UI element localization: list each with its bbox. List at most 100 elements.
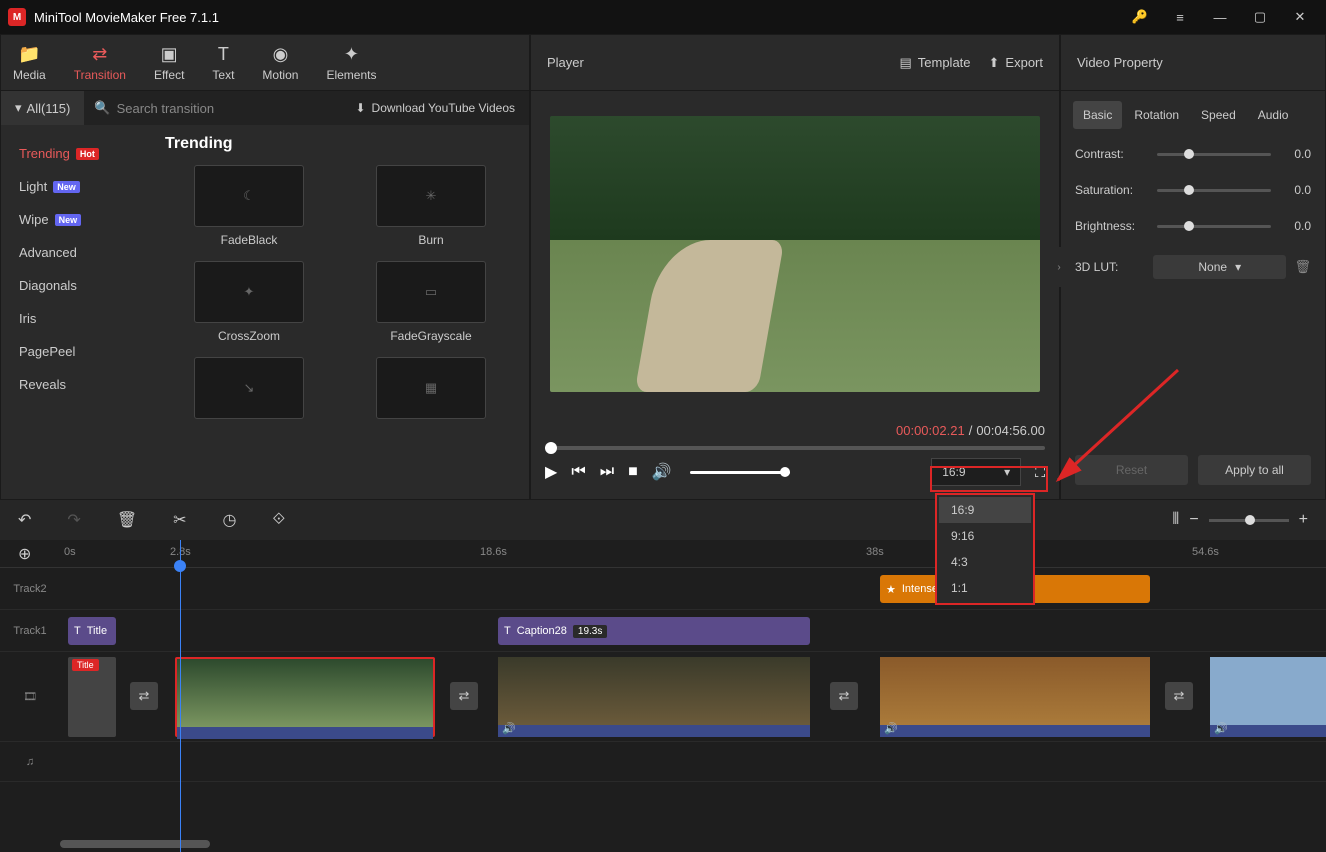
fit-zoom-icon[interactable]: ⦀	[1172, 511, 1179, 529]
trash-icon[interactable]: 🗑	[1294, 259, 1311, 275]
effect-icon: ▣	[161, 44, 178, 65]
tab-effect[interactable]: ▣Effect	[154, 44, 184, 82]
hamburger-icon[interactable]: ≡	[1162, 0, 1198, 34]
speaker-icon: 🔊	[884, 722, 898, 735]
prop-tab-speed[interactable]: Speed	[1191, 101, 1246, 129]
timeline-ruler[interactable]: ⊕ 0s 2.8s 18.6s 38s 54.6s	[0, 540, 1326, 568]
aspect-option-4-3[interactable]: 4:3	[939, 549, 1031, 575]
zoom-out-button[interactable]: −	[1189, 511, 1198, 529]
saturation-slider[interactable]	[1157, 189, 1271, 192]
music-track: ♫	[0, 742, 1326, 782]
transition-slot[interactable]: ⇄	[450, 682, 478, 710]
prop-tab-audio[interactable]: Audio	[1248, 101, 1299, 129]
saturation-value: 0.0	[1283, 183, 1311, 197]
tab-text[interactable]: TText	[212, 44, 234, 82]
category-all[interactable]: ▾ All(115)	[1, 91, 84, 125]
stop-button[interactable]: ■	[628, 463, 638, 481]
lut-label: 3D LUT:	[1075, 260, 1145, 274]
top-tabs: 📁Media ⇄Transition ▣Effect TText ◉Motion…	[1, 35, 529, 91]
redo-button[interactable]: ↷	[67, 510, 80, 530]
cat-trending[interactable]: TrendingHot	[1, 137, 151, 170]
cat-diagonals[interactable]: Diagonals	[1, 269, 151, 302]
minimize-button[interactable]: —	[1202, 0, 1238, 34]
chevron-down-icon: ▾	[1004, 465, 1010, 479]
seek-bar[interactable]	[545, 446, 1045, 450]
export-button[interactable]: ⬆Export	[989, 55, 1043, 71]
brightness-label: Brightness:	[1075, 219, 1145, 233]
cat-light[interactable]: LightNew	[1, 170, 151, 203]
video-clip[interactable]: Title	[68, 657, 116, 737]
brightness-slider[interactable]	[1157, 225, 1271, 228]
video-track: 🎞 Title ⇄ ⇄ 🔊 ⇄ 🔊 ⇄ 🔊	[0, 652, 1326, 742]
video-clip[interactable]: 🔊	[498, 657, 810, 737]
search-input[interactable]: 🔍Search transition	[84, 100, 341, 116]
tab-motion[interactable]: ◉Motion	[262, 44, 298, 82]
download-youtube-link[interactable]: ⬇Download YouTube Videos	[341, 101, 529, 115]
template-button[interactable]: ▤Template	[899, 55, 970, 71]
add-track-button[interactable]: ⊕	[18, 544, 31, 564]
maximize-button[interactable]: ▢	[1242, 0, 1278, 34]
current-time: 00:00:02.21	[896, 423, 965, 438]
transition-crosszoom[interactable]: ✦CrossZoom	[165, 261, 333, 343]
timeline-scrollbar[interactable]	[60, 840, 210, 848]
zoom-slider[interactable]	[1209, 519, 1289, 522]
transition-item[interactable]: ▦	[347, 357, 515, 425]
volume-icon[interactable]: 🔊	[652, 462, 672, 482]
play-button[interactable]: ▶	[545, 462, 557, 482]
aspect-option-1-1[interactable]: 1:1	[939, 575, 1031, 601]
cat-advanced[interactable]: Advanced	[1, 236, 151, 269]
tab-transition[interactable]: ⇄Transition	[74, 44, 126, 82]
sparkle-icon: ✦	[344, 44, 359, 65]
cat-wipe[interactable]: WipeNew	[1, 203, 151, 236]
playhead[interactable]	[180, 540, 181, 852]
apply-all-button[interactable]: Apply to all	[1198, 455, 1311, 485]
transition-slot[interactable]: ⇄	[130, 682, 158, 710]
cat-iris[interactable]: Iris	[1, 302, 151, 335]
prev-frame-button[interactable]: ⏮	[571, 463, 585, 481]
prop-tab-basic[interactable]: Basic	[1073, 101, 1122, 129]
swap-icon: ⇄	[92, 44, 107, 65]
video-clip[interactable]: 🔊	[880, 657, 1150, 737]
undo-button[interactable]: ↶	[18, 510, 31, 530]
key-icon[interactable]: 🔑	[1122, 0, 1158, 34]
download-icon: ⬇	[355, 101, 365, 115]
aspect-option-9-16[interactable]: 9:16	[939, 523, 1031, 549]
preview-area[interactable]	[531, 91, 1059, 417]
cat-pagepeel[interactable]: PagePeel	[1, 335, 151, 368]
reset-button[interactable]: Reset	[1075, 455, 1188, 485]
panel-expand-handle[interactable]: ›	[1053, 247, 1065, 287]
text-clip-caption[interactable]: TCaption2819.3s	[498, 617, 810, 645]
split-button[interactable]: ✂	[173, 510, 186, 530]
cat-reveals[interactable]: Reveals	[1, 368, 151, 401]
transition-fadeblack[interactable]: ☾FadeBlack	[165, 165, 333, 247]
grid-heading: Trending	[165, 135, 515, 153]
prop-tab-rotation[interactable]: Rotation	[1124, 101, 1189, 129]
chevron-down-icon: ▾	[1235, 260, 1241, 274]
transition-grid: Trending ☾FadeBlack ✳Burn ✦CrossZoom ▭Fa…	[151, 125, 529, 499]
lut-dropdown[interactable]: None▾	[1153, 255, 1286, 279]
tab-elements[interactable]: ✦Elements	[326, 44, 376, 82]
crop-button[interactable]: ⟐	[273, 511, 286, 529]
template-icon: ▤	[899, 55, 911, 71]
transition-burn[interactable]: ✳Burn	[347, 165, 515, 247]
tab-media[interactable]: 📁Media	[13, 44, 46, 82]
volume-slider[interactable]	[690, 471, 790, 474]
text-clip-title[interactable]: TTitle	[68, 617, 116, 645]
zoom-in-button[interactable]: +	[1299, 511, 1308, 529]
app-icon: M	[8, 8, 26, 26]
contrast-slider[interactable]	[1157, 153, 1271, 156]
video-clip[interactable]: 🔊	[1210, 657, 1326, 737]
transition-fadegrayscale[interactable]: ▭FadeGrayscale	[347, 261, 515, 343]
aspect-option-16-9[interactable]: 16:9	[939, 497, 1031, 523]
close-button[interactable]: ✕	[1282, 0, 1318, 34]
transition-slot[interactable]: ⇄	[830, 682, 858, 710]
delete-button[interactable]: 🗑	[117, 510, 137, 530]
fullscreen-button[interactable]: ⛶	[1035, 464, 1045, 481]
speed-button[interactable]: ◷	[223, 510, 237, 530]
transition-item[interactable]: ↘	[165, 357, 333, 425]
aspect-ratio-dropdown[interactable]: 16:9▾	[931, 458, 1021, 486]
video-clip-selected[interactable]	[175, 657, 435, 737]
next-frame-button[interactable]: ⏭	[600, 463, 614, 481]
star-icon: ★	[886, 583, 896, 596]
transition-slot[interactable]: ⇄	[1165, 682, 1193, 710]
